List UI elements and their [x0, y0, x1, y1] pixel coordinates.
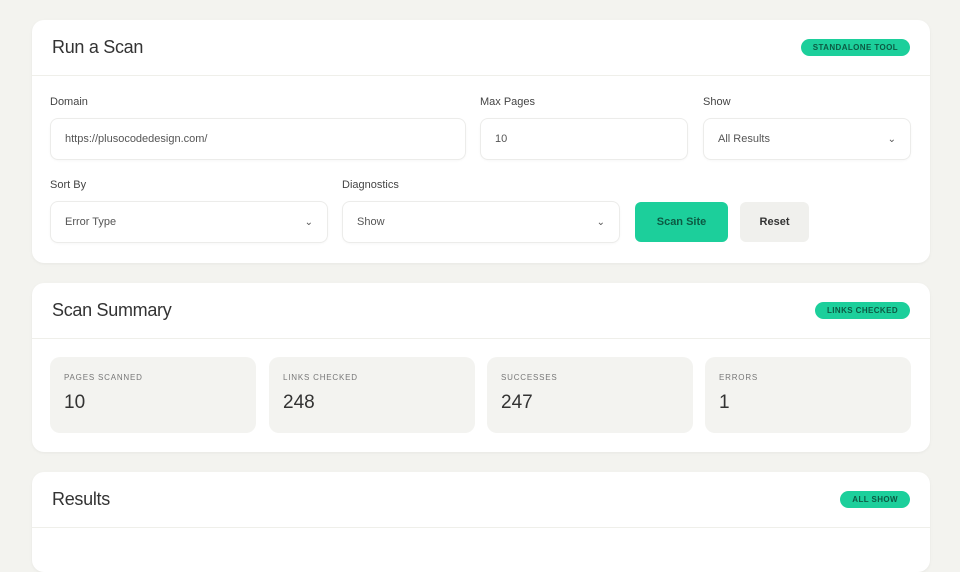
- domain-field[interactable]: [50, 118, 466, 160]
- all-show-badge: ALL SHOW: [840, 491, 910, 508]
- show-select-value: All Results: [718, 133, 770, 145]
- stat-successes: SUCCESSES 247: [487, 357, 693, 433]
- show-select[interactable]: All Results ⌄: [703, 118, 911, 160]
- run-scan-header: Run a Scan STANDALONE TOOL: [32, 20, 930, 76]
- stat-value: 10: [64, 392, 86, 413]
- domain-input[interactable]: [65, 133, 451, 145]
- run-scan-card: Run a Scan STANDALONE TOOL Domain Max Pa…: [32, 20, 930, 263]
- chevron-down-icon: ⌄: [887, 133, 896, 145]
- sort-by-label: Sort By: [50, 179, 87, 191]
- diagnostics-select-value: Show: [357, 216, 385, 228]
- results-card: Results ALL SHOW: [32, 472, 930, 572]
- diagnostics-label: Diagnostics: [342, 179, 399, 191]
- run-scan-title: Run a Scan: [52, 37, 144, 57]
- chevron-down-icon: ⌄: [596, 216, 605, 228]
- stat-value: 248: [283, 392, 315, 413]
- stat-label: ERRORS: [719, 373, 759, 382]
- sort-by-select[interactable]: Error Type ⌄: [50, 201, 328, 243]
- sort-by-select-value: Error Type: [65, 216, 117, 228]
- reset-button[interactable]: Reset: [740, 202, 809, 242]
- links-checked-badge: LINKS CHECKED: [815, 302, 910, 319]
- scan-site-button[interactable]: Scan Site: [635, 202, 728, 242]
- stat-label: LINKS CHECKED: [283, 373, 358, 382]
- scan-summary-title: Scan Summary: [52, 300, 172, 320]
- chevron-down-icon: ⌄: [304, 216, 313, 228]
- max-pages-field[interactable]: [480, 118, 688, 160]
- scan-summary-header: Scan Summary LINKS CHECKED: [32, 283, 930, 339]
- scan-summary-card: Scan Summary LINKS CHECKED PAGES SCANNED…: [32, 283, 930, 452]
- stat-label: SUCCESSES: [501, 373, 558, 382]
- max-pages-input[interactable]: [495, 133, 673, 145]
- results-title: Results: [52, 489, 110, 509]
- stat-pages-scanned: PAGES SCANNED 10: [50, 357, 256, 433]
- standalone-tool-badge: STANDALONE TOOL: [800, 39, 910, 56]
- max-pages-label: Max Pages: [480, 96, 536, 108]
- domain-label: Domain: [50, 96, 88, 108]
- stat-label: PAGES SCANNED: [64, 373, 143, 382]
- show-label: Show: [703, 96, 731, 108]
- stat-errors: ERRORS 1: [705, 357, 911, 433]
- stat-links-checked: LINKS CHECKED 248: [269, 357, 475, 433]
- stat-value: 1: [719, 392, 730, 413]
- stat-value: 247: [501, 392, 533, 413]
- diagnostics-select[interactable]: Show ⌄: [342, 201, 620, 243]
- results-header: Results ALL SHOW: [32, 472, 930, 528]
